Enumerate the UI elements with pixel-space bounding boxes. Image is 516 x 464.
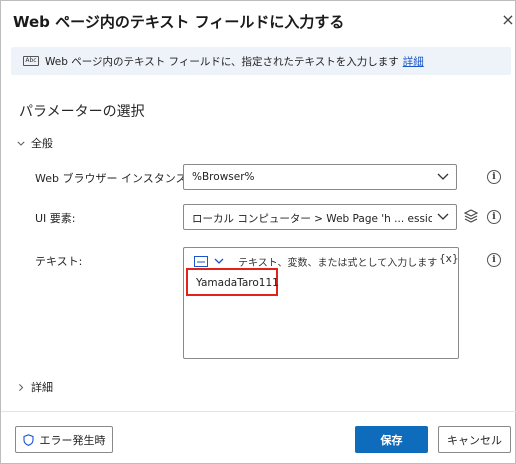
info-icon[interactable]: i: [487, 170, 501, 184]
insert-variable-button[interactable]: {x}: [439, 253, 459, 265]
details-toggle[interactable]: 詳細: [17, 379, 53, 395]
info-text: Web ページ内のテキスト フィールドに、指定されたテキストを入力します 詳細: [45, 54, 424, 69]
section-title: パラメーターの選択: [19, 104, 145, 120]
text-value: YamadaTaro111: [196, 277, 279, 289]
dialog: Web ページ内のテキスト フィールドに入力する × Abc Web ページ内の…: [0, 0, 516, 464]
highlighted-value: YamadaTaro111: [186, 268, 279, 296]
browser-instance-value: %Browser%: [192, 171, 255, 183]
info-description: Web ページ内のテキスト フィールドに、指定されたテキストを入力します: [45, 56, 399, 68]
save-button[interactable]: 保存: [355, 426, 428, 453]
ui-element-select[interactable]: ローカル コンピューター > Web Page 'h ... ession/ne…: [183, 204, 457, 230]
text-mode-icon: [194, 255, 208, 267]
on-error-label: エラー発生時: [39, 433, 106, 447]
details-link[interactable]: 詳細: [403, 56, 424, 68]
info-bar: Abc Web ページ内のテキスト フィールドに、指定されたテキストを入力します…: [11, 47, 511, 75]
group-general-toggle[interactable]: 全般: [17, 135, 53, 151]
ui-element-value: ローカル コンピューター > Web Page 'h ... ession/ne…: [192, 213, 432, 225]
on-error-button[interactable]: エラー発生時: [15, 426, 113, 453]
chevron-down-icon: [437, 213, 449, 220]
browser-instance-select[interactable]: %Browser%: [183, 164, 457, 190]
info-icon[interactable]: i: [487, 253, 501, 267]
chevron-down-icon: [17, 141, 25, 146]
dialog-title: Web ページ内のテキスト フィールドに入力する: [13, 13, 345, 31]
text-field-icon: Abc: [23, 56, 39, 66]
text-hint: テキスト、変数、または式として入力します: [238, 258, 438, 269]
group-general-label: 全般: [31, 137, 53, 150]
details-label: 詳細: [31, 381, 53, 394]
text-input[interactable]: テキスト、変数、または式として入力します {x} YamadaTaro111: [183, 247, 459, 359]
browser-instance-label: Web ブラウザー インスタンス:: [35, 172, 191, 185]
shield-icon: [22, 433, 34, 446]
text-mode-toggle[interactable]: [194, 254, 224, 268]
close-icon[interactable]: ×: [499, 11, 516, 29]
info-icon[interactable]: i: [487, 210, 501, 224]
layers-icon[interactable]: [464, 209, 478, 223]
text-label: テキスト:: [35, 255, 83, 268]
chevron-down-icon: [437, 173, 449, 180]
chevron-right-icon: [19, 383, 24, 391]
chevron-down-icon: [214, 258, 224, 264]
footer-divider: [1, 411, 516, 412]
ui-element-label: UI 要素:: [35, 212, 76, 225]
cancel-button[interactable]: キャンセル: [438, 426, 511, 453]
